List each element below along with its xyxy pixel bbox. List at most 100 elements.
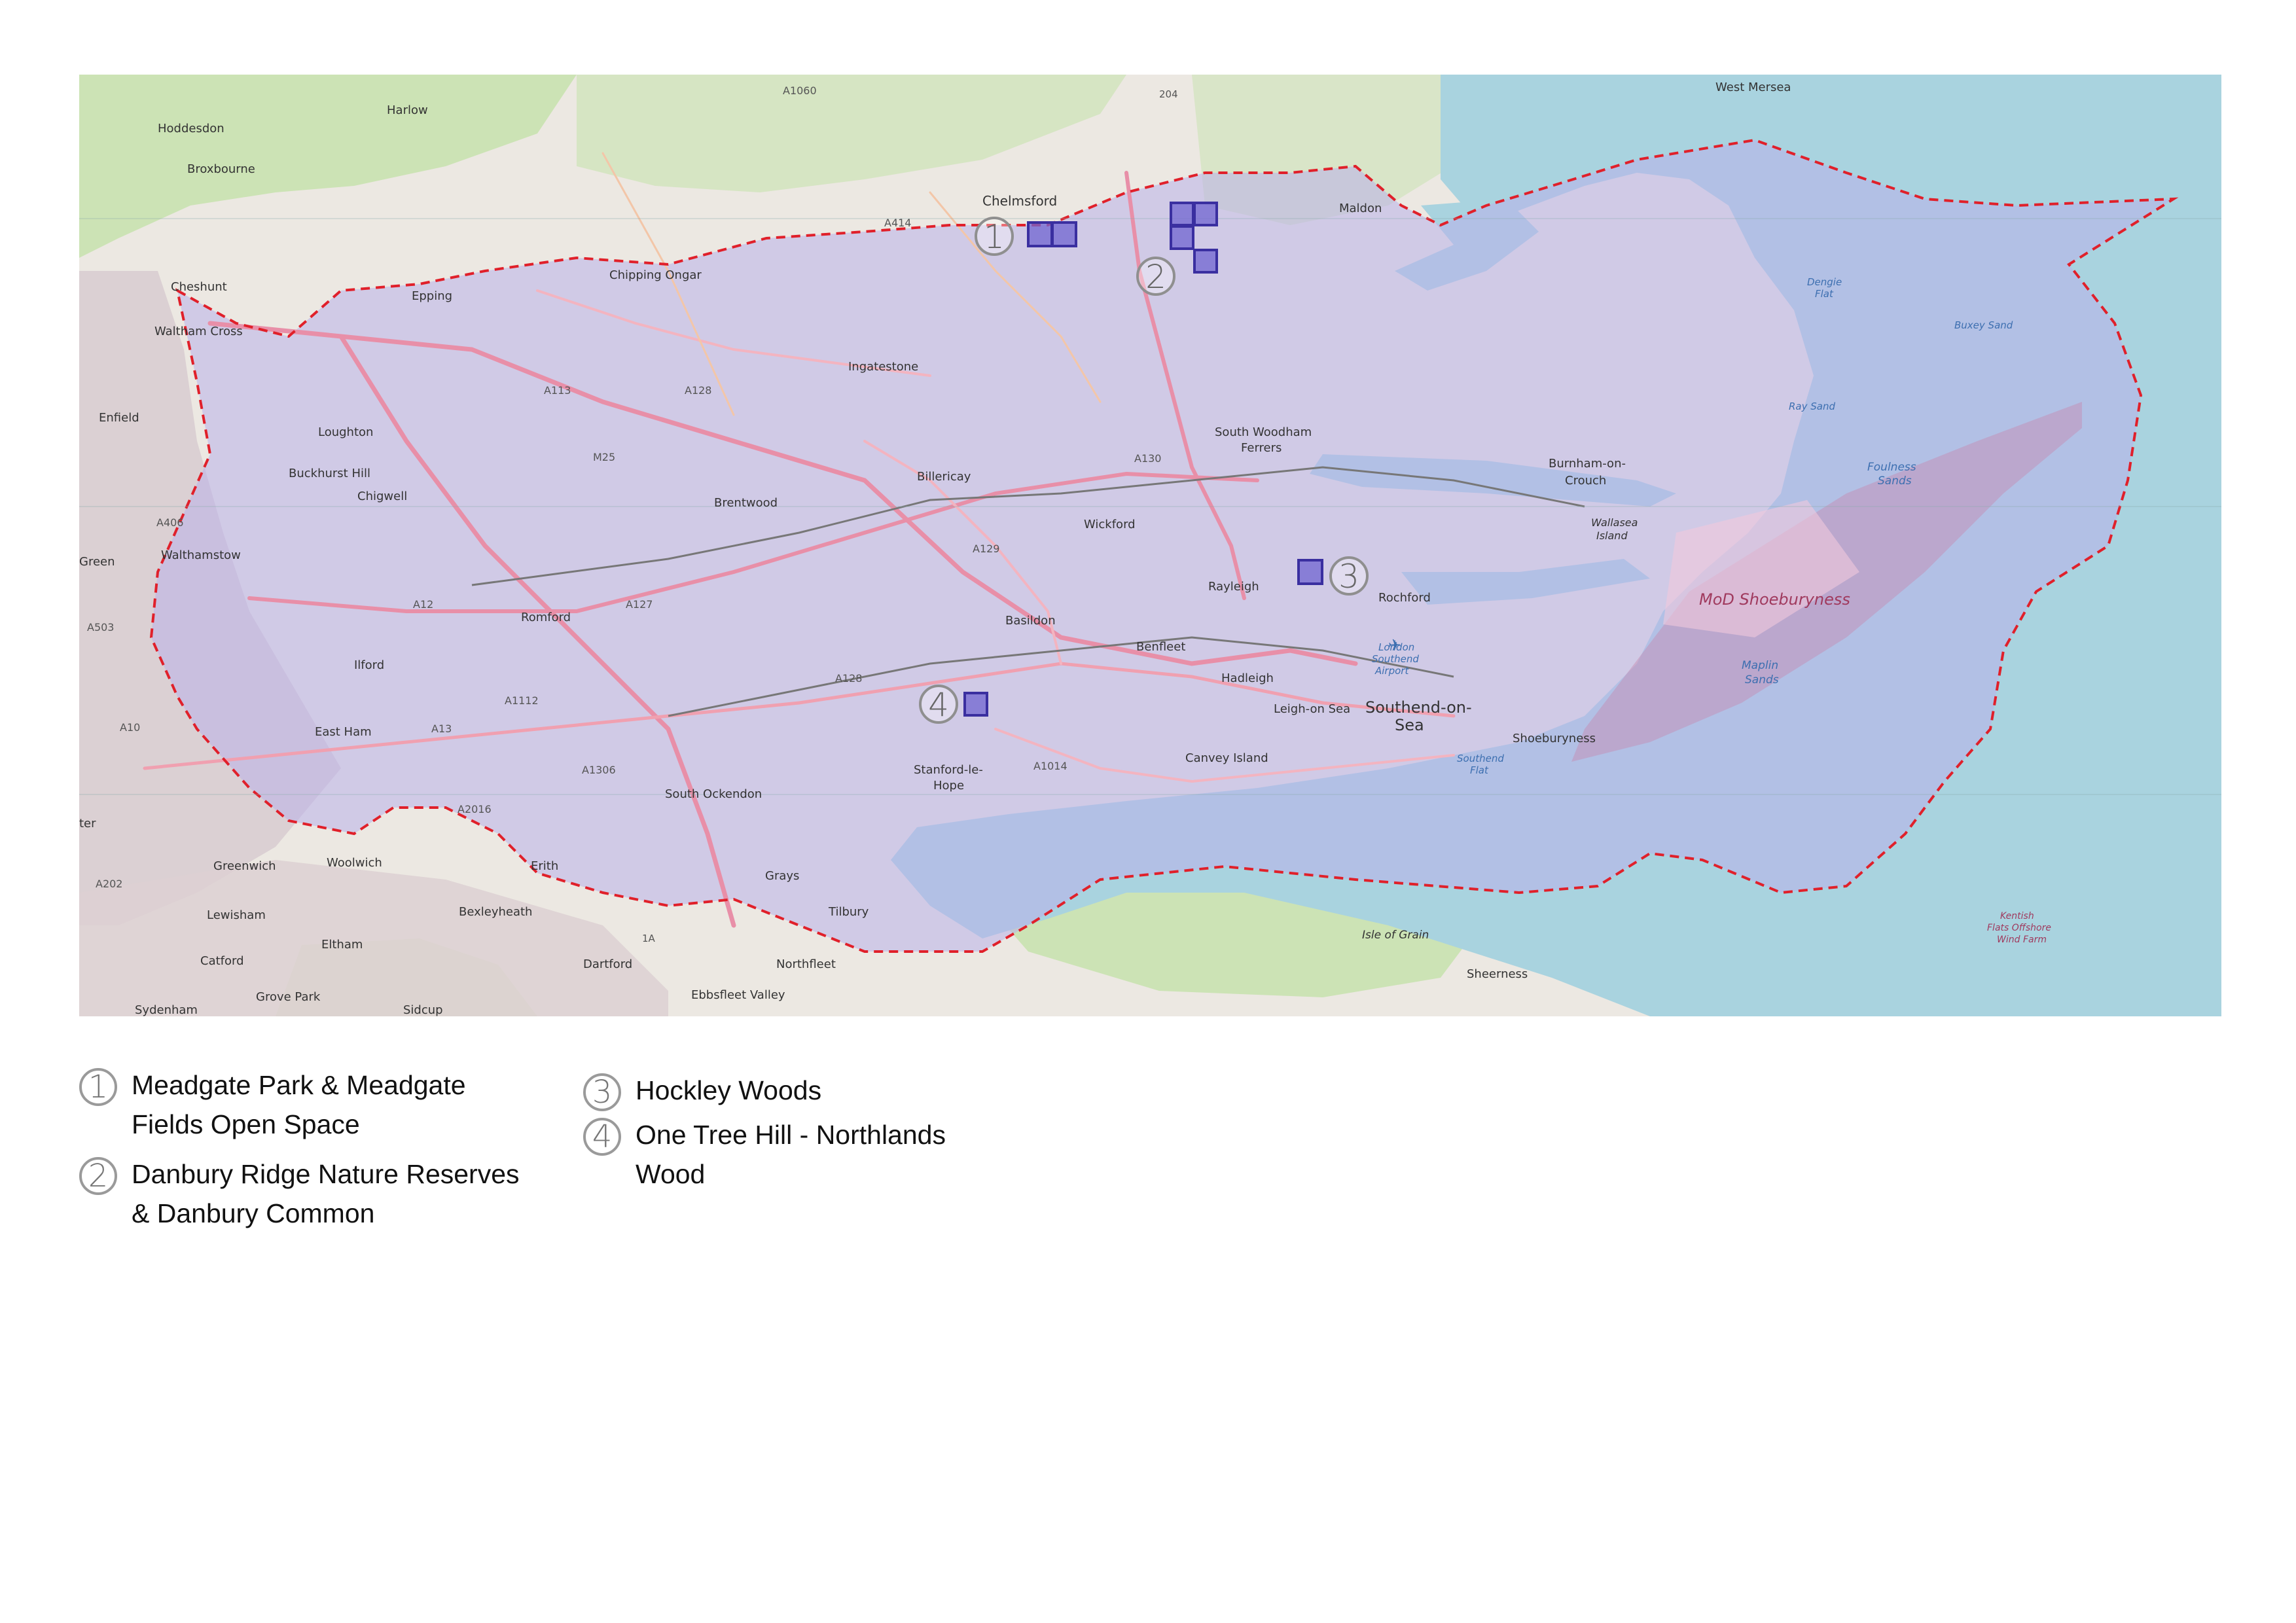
legend-label-1: Meadgate Park & Meadgate Fields Open Spa…: [132, 1065, 466, 1144]
legend-label-1-line-2: Fields Open Space: [132, 1109, 360, 1139]
place-label-rochford: Rochford: [1378, 591, 1431, 605]
place-label-canvey-island: Canvey Island: [1185, 751, 1268, 765]
legend-number-1: 1: [79, 1068, 117, 1106]
place-label-hadleigh: Hadleigh: [1221, 671, 1274, 685]
place-label-wallasea-1: Wallasea: [1591, 516, 1638, 529]
place-label-harlow: Harlow: [387, 103, 428, 117]
sea-label-ray-sand: Ray Sand: [1789, 401, 1835, 412]
place-label-epping: Epping: [412, 289, 452, 303]
sea-label-kentish-2: Flats Offshore: [1987, 923, 2051, 933]
legend-item-2: 2 Danbury Ridge Nature Reserves & Danbur…: [79, 1154, 520, 1233]
place-label-burnham-1: Burnham-on-: [1549, 457, 1626, 471]
place-label-stanford-1: Stanford-le-: [914, 763, 983, 777]
place-label-rayleigh: Rayleigh: [1208, 580, 1259, 594]
site-marker-3[interactable]: 3: [1329, 556, 1369, 596]
place-label-green: Green: [79, 555, 115, 569]
place-label-benfleet: Benfleet: [1136, 640, 1185, 654]
road-label-a1306: A1306: [582, 764, 616, 776]
place-label-leigh-on-sea: Leigh-on Sea: [1274, 702, 1350, 716]
place-label-brentwood: Brentwood: [714, 496, 778, 510]
place-label-enfield: Enfield: [99, 411, 139, 425]
place-label-buckhurst-hill: Buckhurst Hill: [289, 467, 370, 480]
site-2-polygon-c: [1170, 225, 1194, 250]
road-label-j204: 204: [1159, 88, 1178, 100]
road-label-m25: M25: [593, 451, 615, 463]
place-label-northfleet: Northfleet: [776, 957, 836, 971]
map-panel[interactable]: 1 2 3 4 ✈ Harlow Hoddesdon Broxbourne Ch…: [79, 75, 2221, 1016]
place-label-lewisham: Lewisham: [207, 908, 266, 922]
sea-label-maplin-2: Sands: [1745, 673, 1779, 687]
place-label-greenwich: Greenwich: [213, 859, 276, 873]
place-label-catford: Catford: [200, 954, 244, 968]
sea-label-dengie-2: Flat: [1815, 288, 1834, 300]
sea-label-maplin-1: Maplin: [1742, 659, 1778, 672]
site-4-polygon: [963, 692, 988, 717]
place-label-woolwich: Woolwich: [327, 856, 382, 870]
place-label-lsa-3: Airport: [1374, 665, 1409, 677]
sea-label-buxey: Buxey Sand: [1954, 319, 2013, 331]
place-label-wallasea-2: Island: [1596, 529, 1628, 542]
site-1-polygon-a: [1027, 221, 1053, 247]
site-3-polygon: [1297, 559, 1323, 585]
place-label-dartford: Dartford: [583, 957, 632, 971]
place-label-grays: Grays: [765, 869, 799, 883]
place-label-waltham-cross: Waltham Cross: [154, 325, 243, 338]
place-label-cheshunt: Cheshunt: [171, 280, 227, 294]
place-label-isle-of-grain: Isle of Grain: [1362, 929, 1429, 942]
place-label-maldon: Maldon: [1339, 202, 1382, 215]
legend-item-3: 3 Hockley Woods: [583, 1071, 821, 1111]
road-label-a1060: A1060: [783, 84, 817, 97]
road-label-a12: A12: [413, 598, 433, 611]
place-label-lsa-2: Southend: [1372, 653, 1419, 665]
road-label-a414: A414: [884, 217, 911, 229]
place-label-bexleyheath: Bexleyheath: [459, 905, 532, 919]
sea-label-southend-flat-1: Southend: [1457, 753, 1504, 764]
place-label-chigwell: Chigwell: [357, 490, 407, 503]
place-label-tilbury: Tilbury: [828, 905, 869, 919]
legend-label-2-line-1: Danbury Ridge Nature Reserves: [132, 1159, 520, 1189]
site-marker-1[interactable]: 1: [975, 217, 1014, 256]
sea-label-foulness-2: Sands: [1878, 474, 1912, 488]
military-label-mod-shoeburyness: MoD Shoeburyness: [1699, 590, 1850, 609]
road-label-a2016: A2016: [457, 803, 492, 815]
place-label-walthamstow: Walthamstow: [161, 548, 241, 562]
site-1-polygon-b: [1051, 221, 1077, 247]
site-2-polygon-b: [1193, 202, 1218, 226]
place-label-swf-1: South Woodham: [1215, 425, 1312, 439]
road-label-a202: A202: [96, 878, 122, 890]
legend-label-3-line-1: Hockley Woods: [636, 1075, 822, 1105]
site-marker-4[interactable]: 4: [919, 685, 958, 724]
place-label-chipping-ongar: Chipping Ongar: [609, 268, 702, 282]
site-2-polygon-d: [1193, 249, 1218, 274]
site-marker-2-number: 2: [1145, 258, 1166, 296]
site-marker-1-number: 1: [984, 218, 1005, 256]
place-label-loughton: Loughton: [318, 425, 373, 439]
place-label-lsa-1: London: [1378, 641, 1414, 653]
site-marker-4-number: 4: [928, 686, 949, 724]
site-2-polygon-a: [1170, 202, 1194, 226]
place-label-stanford-2: Hope: [933, 779, 964, 793]
legend-label-2: Danbury Ridge Nature Reserves & Danbury …: [132, 1154, 520, 1233]
road-label-a10: A10: [120, 721, 140, 734]
place-label-southend-1: Southend-on-: [1365, 698, 1472, 717]
place-label-sydenham: Sydenham: [135, 1003, 198, 1016]
legend-label-4-line-2: Wood: [636, 1159, 706, 1189]
place-label-romford: Romford: [521, 611, 571, 624]
road-label-a129: A129: [973, 543, 999, 555]
legend-label-1-line-1: Meadgate Park & Meadgate: [132, 1070, 466, 1100]
road-label-a128-s: A128: [835, 672, 862, 685]
place-label-grove-park: Grove Park: [256, 990, 321, 1004]
place-label-sidcup: Sidcup: [403, 1003, 443, 1016]
road-label-a406: A406: [156, 516, 183, 529]
place-label-swf-2: Ferrers: [1241, 441, 1282, 455]
place-label-southend-2: Sea: [1395, 716, 1424, 734]
sea-label-kentish-3: Wind Farm: [1997, 935, 2047, 945]
site-marker-2[interactable]: 2: [1136, 257, 1175, 296]
road-label-a503: A503: [87, 621, 114, 633]
place-label-billericay: Billericay: [917, 470, 971, 484]
map-canvas[interactable]: 1 2 3 4 ✈ Harlow Hoddesdon Broxbourne Ch…: [79, 75, 2221, 1016]
place-label-wickford: Wickford: [1084, 518, 1136, 531]
legend-label-4: One Tree Hill - Northlands Wood: [636, 1115, 946, 1194]
road-label-a1014: A1014: [1033, 760, 1067, 772]
place-label-ter: ter: [79, 817, 96, 830]
